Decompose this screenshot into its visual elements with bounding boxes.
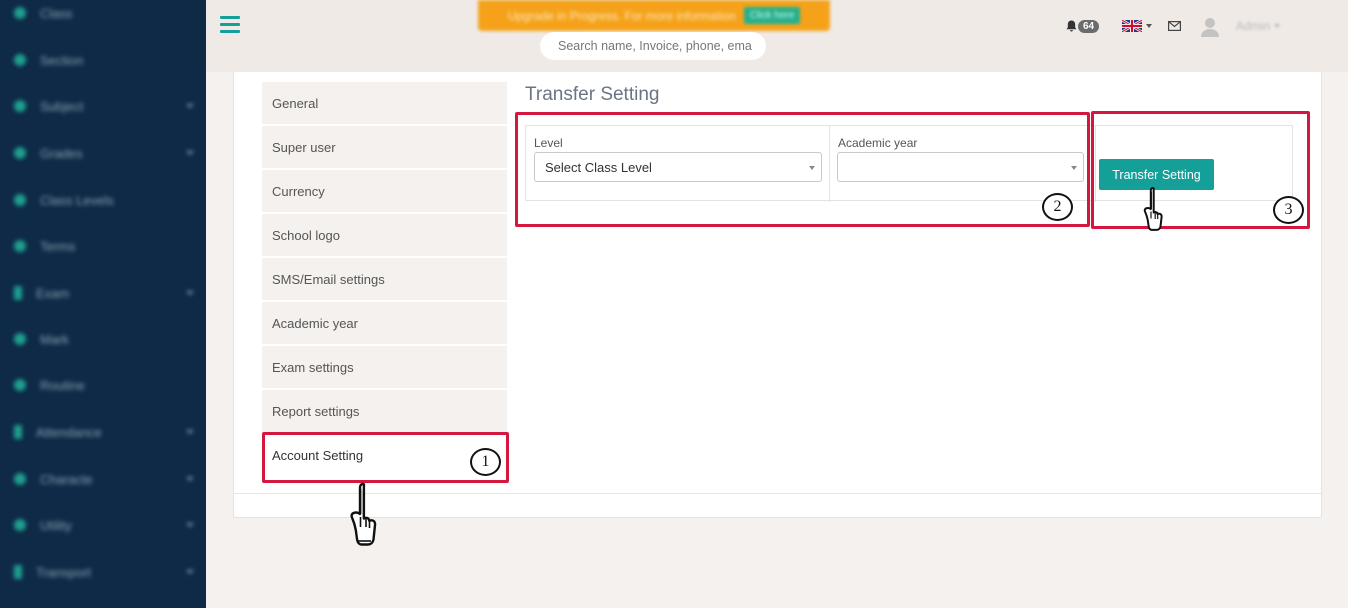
transfer-setting-button[interactable]: Transfer Setting — [1099, 159, 1214, 190]
level-select-value: Select Class Level — [545, 159, 652, 175]
sidebar-item-label: Mark — [40, 331, 69, 347]
notifications[interactable]: 64 — [1066, 15, 1100, 37]
sidebar-item-characte[interactable]: Characte — [0, 456, 206, 502]
sidebar-item-transport[interactable]: Transport — [0, 549, 206, 595]
sidebar-item-label: Exam — [36, 285, 70, 301]
annotation-step-2: 2 — [1042, 193, 1073, 221]
sidebar: Class Section Subject Grades Class Level… — [0, 0, 206, 608]
annotation-step-1: 1 — [470, 448, 501, 476]
caret-down-icon — [809, 166, 815, 170]
sidebar-item-label: Terms — [40, 238, 76, 254]
level-label: Level — [534, 136, 563, 150]
sidebar-item-label: Class Levels — [40, 192, 114, 208]
notification-badge: 64 — [1078, 19, 1100, 33]
academic-year-label: Academic year — [838, 136, 918, 150]
chevron-down-icon — [1146, 24, 1152, 28]
sidebar-item-label: Characte — [40, 471, 93, 487]
sidebar-item-subject[interactable]: Subject — [0, 83, 206, 129]
sidebar-item-class[interactable]: Class — [0, 0, 206, 36]
chevron-down-icon — [186, 151, 194, 155]
sidebar-item-label: Class — [40, 5, 73, 21]
sidebar-item-routine[interactable]: Routine — [0, 362, 206, 408]
user-icon — [1201, 18, 1219, 37]
bell-icon — [1066, 20, 1077, 32]
section-icon — [14, 54, 26, 66]
mark-icon — [14, 333, 26, 345]
utility-icon — [14, 519, 26, 531]
user-name: Admin — [1236, 19, 1271, 33]
settings-panel: General Super user Currency School logo … — [233, 72, 1322, 518]
sidebar-item-section[interactable]: Section — [0, 37, 206, 83]
settings-panel-body: General Super user Currency School logo … — [234, 72, 1321, 494]
grades-icon — [14, 147, 26, 159]
settings-menu-account-setting[interactable]: Account Setting — [262, 434, 507, 476]
sidebar-item-grades[interactable]: Grades — [0, 130, 206, 176]
sidebar-item-label: Attendance — [36, 424, 102, 440]
sidebar-item-label: Section — [40, 52, 84, 68]
terms-icon — [14, 240, 26, 252]
chevron-down-icon — [186, 104, 194, 108]
level-field: Level Select Class Level — [526, 126, 830, 202]
exam-icon — [14, 286, 22, 300]
class-levels-icon — [14, 194, 26, 206]
settings-menu-general[interactable]: General — [262, 82, 507, 124]
sidebar-item-mark[interactable]: Mark — [0, 316, 206, 362]
settings-menu-exam-settings[interactable]: Exam settings — [262, 346, 507, 388]
subject-icon — [14, 100, 26, 112]
language-selector[interactable] — [1122, 15, 1152, 37]
user-avatar[interactable] — [1199, 15, 1221, 37]
settings-menu-report-settings[interactable]: Report settings — [262, 390, 507, 432]
sidebar-item-label: Utility — [40, 517, 72, 533]
sidebar-item-label: Transport — [36, 564, 92, 580]
settings-menu-academic-year[interactable]: Academic year — [262, 302, 507, 344]
chevron-down-icon — [1274, 24, 1281, 28]
attendance-icon — [14, 425, 22, 439]
chevron-down-icon — [186, 477, 194, 481]
sidebar-item-utility[interactable]: Utility — [0, 502, 206, 548]
chevron-down-icon — [186, 523, 194, 527]
academic-year-select[interactable] — [837, 152, 1084, 182]
chevron-down-icon — [186, 570, 194, 574]
academic-year-field: Academic year — [830, 126, 1096, 202]
page-title: Transfer Setting — [525, 84, 660, 105]
sidebar-item-terms[interactable]: Terms — [0, 223, 206, 269]
settings-menu-school-logo[interactable]: School logo — [262, 214, 507, 256]
messages[interactable] — [1168, 15, 1181, 37]
settings-menu-sms-email[interactable]: SMS/Email settings — [262, 258, 507, 300]
uk-flag-icon — [1122, 20, 1142, 32]
envelope-icon — [1168, 21, 1181, 31]
chevron-down-icon — [186, 291, 194, 295]
annotation-step-3: 3 — [1273, 196, 1304, 224]
caret-down-icon — [1071, 166, 1077, 170]
sidebar-item-label: Grades — [40, 145, 83, 161]
settings-menu-currency[interactable]: Currency — [262, 170, 507, 212]
user-menu[interactable]: Admin — [1236, 15, 1281, 37]
promo-banner: Upgrade in Progress. For more informatio… — [478, 0, 830, 31]
top-header: Upgrade in Progress. For more informatio… — [206, 0, 1348, 72]
routine-icon — [14, 379, 26, 391]
sidebar-item-label: Subject — [40, 98, 84, 114]
sidebar-item-label: Routine — [40, 377, 85, 393]
character-icon — [14, 473, 26, 485]
promo-button[interactable]: Click here — [743, 7, 801, 24]
transport-icon — [14, 565, 22, 579]
promo-text: Upgrade in Progress. For more informatio… — [507, 8, 736, 23]
hamburger-menu-icon[interactable] — [220, 16, 240, 34]
search-input[interactable] — [540, 32, 766, 60]
sidebar-item-exam[interactable]: Exam — [0, 270, 206, 316]
settings-menu-super-user[interactable]: Super user — [262, 126, 507, 168]
chevron-down-icon — [186, 430, 194, 434]
level-select[interactable]: Select Class Level — [534, 152, 822, 182]
class-icon — [14, 7, 26, 19]
sidebar-item-attendance[interactable]: Attendance — [0, 409, 206, 455]
sidebar-item-class-levels[interactable]: Class Levels — [0, 177, 206, 223]
